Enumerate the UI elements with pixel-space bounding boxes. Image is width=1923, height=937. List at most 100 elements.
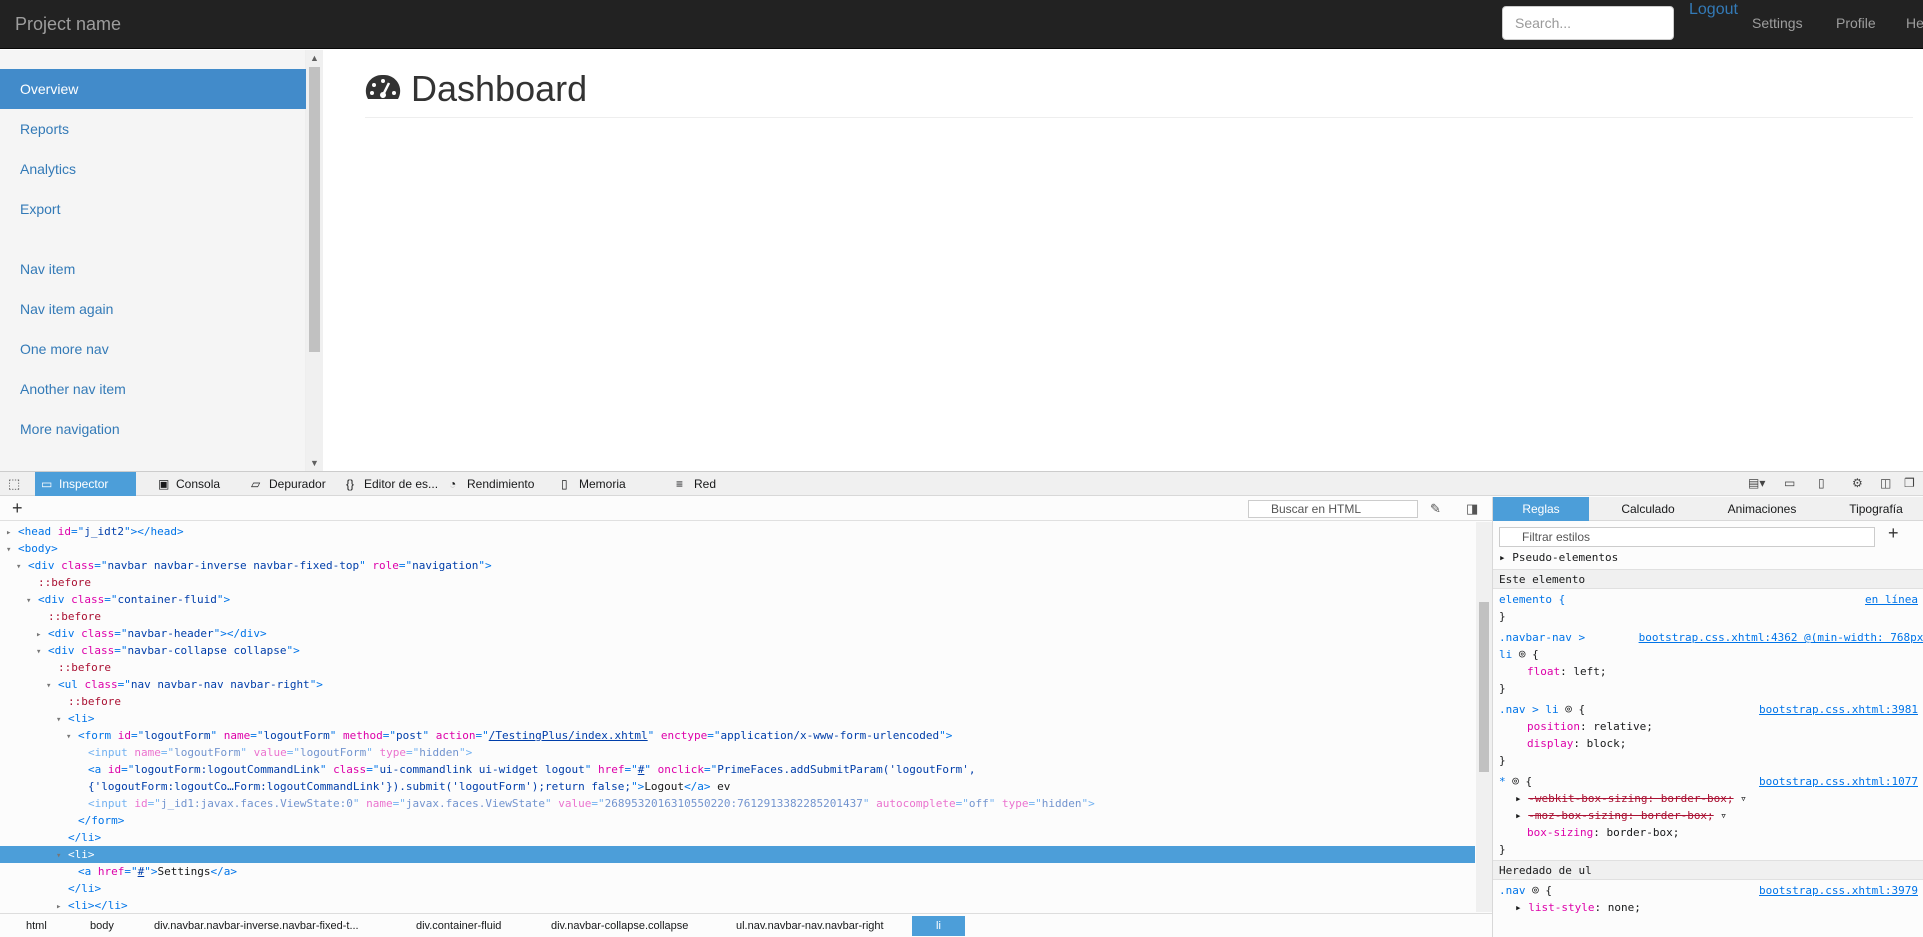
markup-node[interactable]: ▸ <li></li> bbox=[0, 897, 1475, 912]
tab-network[interactable]: ≡ Red bbox=[670, 472, 740, 496]
frame-select-icon[interactable]: ▤▾ bbox=[1748, 476, 1765, 490]
sidebar-item-reports[interactable]: Reports bbox=[0, 109, 306, 149]
pseudo-elements-toggle[interactable]: ▸ Pseudo-elementos bbox=[1499, 549, 1618, 566]
markup-node[interactable]: ▾ <div class="container-fluid"> bbox=[0, 591, 1475, 608]
responsive-mode-icon[interactable]: ▯ bbox=[1818, 476, 1825, 490]
filter-funnel-icon[interactable]: ▿ bbox=[1734, 792, 1747, 805]
markup-node[interactable]: <input id="j_id1:javax.faces.ViewState:0… bbox=[0, 795, 1475, 812]
expand-arrow-icon[interactable]: ▸ bbox=[1515, 901, 1528, 914]
decl-position[interactable]: position: relative; bbox=[1527, 718, 1653, 735]
element-picker-icon[interactable]: ⬚ bbox=[8, 476, 24, 492]
highlight-icon[interactable]: ⌾ bbox=[1512, 648, 1532, 661]
sidebar-item-nav-item[interactable]: Nav item bbox=[0, 249, 306, 289]
breadcrumb-html[interactable]: html bbox=[26, 920, 47, 932]
add-node-icon[interactable]: + bbox=[12, 498, 23, 519]
markup-node[interactable]: </form> bbox=[0, 812, 1475, 829]
decl-moz-box-sizing[interactable]: ▸ -moz-box-sizing: border-box; ▿ bbox=[1515, 807, 1727, 824]
markup-node[interactable]: ▾ <body> bbox=[0, 540, 1475, 557]
expand-arrow-icon[interactable]: ▸ bbox=[1515, 792, 1528, 805]
scrollbar-thumb[interactable] bbox=[1479, 602, 1489, 772]
tab-console[interactable]: ▣ Consola bbox=[152, 472, 240, 496]
scrollbar-thumb[interactable] bbox=[309, 67, 320, 352]
toggle-sidebar-icon[interactable]: ◨ bbox=[1466, 501, 1478, 517]
markup-node[interactable]: <a href="#">Settings</a> bbox=[0, 863, 1475, 880]
breadcrumb-div-collapse[interactable]: div.navbar-collapse.collapse bbox=[551, 920, 688, 932]
markup-node[interactable]: ▾ <div class="navbar navbar-inverse navba… bbox=[0, 557, 1475, 574]
markup-node[interactable]: ▸ <head id="j_idt2"></head> bbox=[0, 523, 1475, 540]
markup-token: id bbox=[117, 729, 131, 742]
sidebar-item-analytics[interactable]: Analytics bbox=[0, 149, 306, 189]
tab-memory[interactable]: ▯ Memoria bbox=[555, 472, 645, 496]
markup-node[interactable]: <a id="logoutForm:logoutCommandLink" cla… bbox=[0, 761, 1475, 778]
markup-node[interactable]: ▾ <form id="logoutForm" name="logoutForm"… bbox=[0, 727, 1475, 744]
markup-node[interactable]: ▾ <ul class="nav navbar-nav navbar-right"… bbox=[0, 676, 1475, 693]
brand-link[interactable]: Project name bbox=[15, 14, 121, 35]
rule-source-link[interactable]: bootstrap.css.xhtml:3981 bbox=[1759, 701, 1918, 718]
dock-side-icon[interactable]: ◫ bbox=[1880, 476, 1891, 490]
undock-window-icon[interactable]: ❐ bbox=[1904, 476, 1915, 490]
decl-webkit-box-sizing[interactable]: ▸ -webkit-box-sizing: border-box; ▿ bbox=[1515, 790, 1747, 807]
markup-node[interactable]: {'logoutForm:logoutCo…Form:logoutCommand… bbox=[0, 778, 1475, 795]
tab-performance[interactable]: ◔ Rendimiento bbox=[443, 472, 543, 496]
tab-debugger[interactable]: ▱ Depurador bbox=[245, 472, 335, 496]
gear-icon[interactable]: ⚙ bbox=[1852, 476, 1863, 490]
html-search-input[interactable] bbox=[1248, 500, 1418, 518]
sidebar-item-more-navigation[interactable]: More navigation bbox=[0, 409, 306, 449]
filter-funnel-icon[interactable]: ▿ bbox=[1714, 809, 1727, 822]
markup-node[interactable]: ▾ <div class="navbar-collapse collapse"> bbox=[0, 642, 1475, 659]
markup-node[interactable]: ▸ <div class="navbar-header"></div> bbox=[0, 625, 1475, 642]
highlight-icon[interactable]: ⌾ bbox=[1506, 775, 1526, 788]
logout-link[interactable]: Logout bbox=[1689, 1, 1738, 19]
tab-animations[interactable]: Animaciones bbox=[1707, 497, 1817, 521]
decl-display[interactable]: display: block; bbox=[1527, 735, 1626, 752]
markup-node[interactable]: ::before bbox=[0, 693, 1475, 710]
markup-scrollbar[interactable] bbox=[1476, 522, 1492, 912]
markup-node[interactable]: </li> bbox=[0, 829, 1475, 846]
markup-node[interactable]: <input name="logoutForm" value="logoutFo… bbox=[0, 744, 1475, 761]
settings-link[interactable]: Settings bbox=[1752, 15, 1803, 31]
highlight-icon[interactable]: ⌾ bbox=[1559, 703, 1579, 716]
breadcrumb-body[interactable]: body bbox=[90, 920, 114, 932]
breadcrumb-ul-nav[interactable]: ul.nav.navbar-nav.navbar-right bbox=[736, 920, 884, 932]
rule-source-link[interactable]: bootstrap.css.xhtml:1077 bbox=[1759, 773, 1918, 790]
help-link[interactable]: He bbox=[1906, 15, 1923, 31]
markup-token: id bbox=[57, 525, 71, 538]
markup-node[interactable]: ▾ <li> bbox=[0, 710, 1475, 727]
rule-source-link[interactable]: bootstrap.css.xhtml:4362 @(min-width: 76… bbox=[1639, 629, 1923, 646]
expand-arrow-icon[interactable]: ▸ bbox=[1515, 809, 1528, 822]
markup-node[interactable]: </li> bbox=[0, 880, 1475, 897]
search-input[interactable] bbox=[1502, 6, 1674, 40]
highlight-icon[interactable]: ⌾ bbox=[1526, 884, 1546, 897]
markup-node[interactable]: ::before bbox=[0, 659, 1475, 676]
markup-node[interactable]: ::before bbox=[0, 574, 1475, 591]
sidebar-item-one-more-nav[interactable]: One more nav bbox=[0, 329, 306, 369]
markup-node[interactable]: ::before bbox=[0, 608, 1475, 625]
tab-style-editor[interactable]: {} Editor de es... bbox=[340, 472, 440, 496]
decl-float[interactable]: float: left; bbox=[1527, 663, 1607, 680]
tab-fonts[interactable]: Tipografía bbox=[1828, 497, 1923, 521]
scroll-up-arrow-icon[interactable]: ▲ bbox=[306, 50, 323, 66]
breadcrumb-div-container[interactable]: div.container-fluid bbox=[416, 920, 501, 932]
breadcrumb-li[interactable]: li bbox=[912, 916, 965, 936]
profile-link[interactable]: Profile bbox=[1836, 15, 1876, 31]
breadcrumb-div-navbar[interactable]: div.navbar.navbar-inverse.navbar-fixed-t… bbox=[154, 920, 359, 932]
sidebar-item-nav-item-again[interactable]: Nav item again bbox=[0, 289, 306, 329]
tab-inspector[interactable]: ▭ Inspector bbox=[35, 472, 136, 496]
filter-styles-input[interactable] bbox=[1499, 527, 1875, 547]
tab-rules[interactable]: Reglas bbox=[1493, 497, 1589, 521]
decl-box-sizing[interactable]: box-sizing: border-box; bbox=[1527, 824, 1679, 841]
sidebar-scrollbar[interactable]: ▲ ▼ bbox=[306, 50, 323, 471]
sidebar-item-overview[interactable]: Overview bbox=[0, 69, 306, 109]
markup-node-selected[interactable]: ▾ <li> bbox=[0, 846, 1475, 863]
decl-list-style[interactable]: ▸ list-style: none; bbox=[1515, 899, 1641, 916]
rule-source-link[interactable]: en línea bbox=[1865, 591, 1918, 608]
tab-computed[interactable]: Calculado bbox=[1593, 497, 1703, 521]
split-console-icon[interactable]: ▭ bbox=[1784, 476, 1795, 490]
scroll-down-arrow-icon[interactable]: ▼ bbox=[306, 455, 323, 471]
eyedropper-icon[interactable]: ✎ bbox=[1430, 501, 1441, 517]
add-rule-icon[interactable]: + bbox=[1888, 523, 1899, 544]
sidebar-item-export[interactable]: Export bbox=[0, 189, 306, 229]
expand-arrow-icon[interactable]: ▸ bbox=[56, 899, 68, 912]
sidebar-item-another-nav-item[interactable]: Another nav item bbox=[0, 369, 306, 409]
rule-source-link[interactable]: bootstrap.css.xhtml:3979 bbox=[1759, 882, 1918, 899]
